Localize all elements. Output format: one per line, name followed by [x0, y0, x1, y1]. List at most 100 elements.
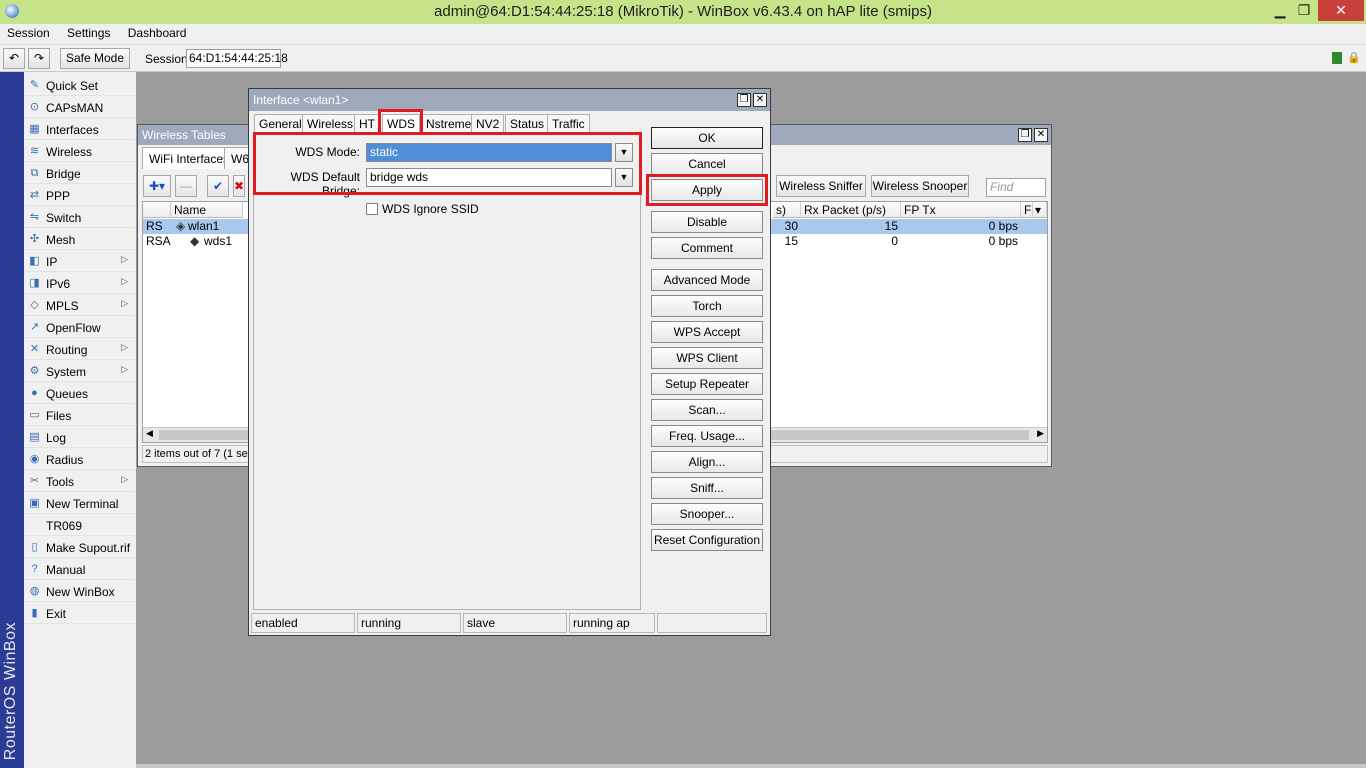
wds-mode-select[interactable]: static: [366, 143, 612, 162]
wt-maximize-button[interactable]: ❐: [1018, 128, 1032, 142]
column-tx-packet[interactable]: s): [773, 202, 801, 218]
tab-traffic[interactable]: Traffic: [547, 114, 590, 134]
sidebar-item-ppp[interactable]: ⇄ PPP: [24, 184, 134, 206]
wireless-snooper-button[interactable]: Wireless Snooper: [871, 175, 969, 197]
sidebar-item-exit[interactable]: ▮ Exit: [24, 602, 134, 624]
scan-button[interactable]: Scan...: [651, 399, 763, 421]
remove-button[interactable]: —: [175, 175, 197, 197]
sidebar-item-label: Exit: [46, 607, 67, 621]
column-name[interactable]: Name: [171, 202, 243, 218]
disable-button[interactable]: Disable: [651, 211, 763, 233]
scroll-right-icon[interactable]: ▶: [1037, 428, 1044, 439]
sidebar-item-label: IPv6: [46, 277, 71, 291]
wt-close-button[interactable]: ✕: [1034, 128, 1048, 142]
sidebar-item-system[interactable]: ⚙ System ▷: [24, 360, 134, 382]
sidebar-item-openflow[interactable]: ↗ OpenFlow: [24, 316, 134, 338]
snooper-button[interactable]: Snooper...: [651, 503, 763, 525]
status-running-ap: running ap: [569, 613, 655, 633]
redo-button[interactable]: ↷: [28, 48, 50, 69]
enable-button[interactable]: ✔: [207, 175, 229, 197]
wds-ignore-ssid-checkbox[interactable]: [366, 203, 378, 215]
disable-button[interactable]: ✖: [233, 175, 245, 197]
status-enabled: enabled: [251, 613, 355, 633]
safe-mode-button[interactable]: Safe Mode: [60, 48, 130, 69]
close-button[interactable]: ✕: [1318, 0, 1364, 21]
tab-wds[interactable]: WDS: [382, 114, 420, 134]
apply-button[interactable]: Apply: [651, 179, 763, 201]
comment-button[interactable]: Comment: [651, 237, 763, 259]
column-menu-icon[interactable]: ▾: [1033, 202, 1047, 218]
sidebar-item-ip[interactable]: ◧ IP ▷: [24, 250, 134, 272]
menu-session[interactable]: Session: [0, 24, 57, 40]
row-flag: RS: [146, 219, 163, 233]
sidebar-item-wireless[interactable]: ≋ Wireless: [24, 140, 134, 162]
dialog-titlebar[interactable]: Interface <wlan1> ❐ ✕: [249, 89, 770, 111]
new-winbox-icon: ◍: [29, 585, 40, 597]
setup-repeater-button[interactable]: Setup Repeater: [651, 373, 763, 395]
sidebar-item-routing[interactable]: ✕ Routing ▷: [24, 338, 134, 360]
tab-wireless[interactable]: Wireless: [302, 114, 359, 134]
row-flag: RSA: [146, 234, 171, 248]
torch-button[interactable]: Torch: [651, 295, 763, 317]
wireless-sniffer-button[interactable]: Wireless Sniffer: [776, 175, 866, 197]
dialog-close-button[interactable]: ✕: [753, 93, 767, 107]
tab-wifi-interfaces[interactable]: WiFi Interfaces: [142, 147, 237, 169]
reset-configuration-button[interactable]: Reset Configuration: [651, 529, 763, 551]
row-rx-packet: 0: [891, 234, 898, 248]
sidebar-item-tools[interactable]: ✂ Tools ▷: [24, 470, 134, 492]
sidebar-item-switch[interactable]: ⇋ Switch: [24, 206, 134, 228]
menu-settings[interactable]: Settings: [60, 24, 117, 40]
freq-usage-button[interactable]: Freq. Usage...: [651, 425, 763, 447]
row-name: wds1: [204, 234, 233, 248]
scroll-left-icon[interactable]: ◀: [146, 428, 153, 439]
toolbar: ↶ ↷ Safe Mode Session: 64:D1:54:44:25:18…: [0, 44, 1366, 72]
column-flag[interactable]: [143, 202, 171, 218]
wps-client-button[interactable]: WPS Client: [651, 347, 763, 369]
ok-button[interactable]: OK: [651, 127, 763, 149]
tab-status[interactable]: Status: [505, 114, 550, 134]
sidebar-item-queues[interactable]: ● Queues: [24, 382, 134, 404]
tab-nv2[interactable]: NV2: [471, 114, 505, 134]
sidebar-item-tr069[interactable]: TR069: [24, 514, 134, 536]
tab-general[interactable]: General: [254, 114, 307, 134]
find-input[interactable]: Find: [986, 178, 1046, 197]
sidebar-item-quick-set[interactable]: ✎ Quick Set: [24, 74, 134, 96]
sniff-button[interactable]: Sniff...: [651, 477, 763, 499]
sidebar-item-ipv6[interactable]: ◨ IPv6 ▷: [24, 272, 134, 294]
add-button[interactable]: ✚▾: [143, 175, 171, 197]
advanced-mode-button[interactable]: Advanced Mode: [651, 269, 763, 291]
sidebar-item-interfaces[interactable]: ▦ Interfaces: [24, 118, 134, 140]
dialog-maximize-button[interactable]: ❐: [737, 93, 751, 107]
wds-bridge-dropdown-icon[interactable]: ▼: [615, 168, 633, 187]
wds-bridge-select[interactable]: bridge wds: [366, 168, 612, 187]
sidebar-item-make-supout-rif[interactable]: ▯ Make Supout.rif: [24, 536, 134, 558]
cancel-button[interactable]: Cancel: [651, 153, 763, 175]
sidebar-item-log[interactable]: ▤ Log: [24, 426, 134, 448]
maximize-button[interactable]: ❐: [1290, 0, 1318, 21]
column-fp-rx[interactable]: F: [1021, 202, 1033, 218]
column-rx-packet[interactable]: Rx Packet (p/s): [801, 202, 901, 218]
sidebar-item-mesh[interactable]: ✣ Mesh: [24, 228, 134, 250]
wds-mode-dropdown-icon[interactable]: ▼: [615, 143, 633, 162]
sidebar-item-bridge[interactable]: ⧉ Bridge: [24, 162, 134, 184]
sidebar-item-new-winbox[interactable]: ◍ New WinBox: [24, 580, 134, 602]
sidebar-item-capsman[interactable]: ⊙ CAPsMAN: [24, 96, 134, 118]
sidebar-item-new-terminal[interactable]: ▣ New Terminal: [24, 492, 134, 514]
submenu-arrow-icon: ▷: [121, 474, 128, 484]
dialog-title: Interface <wlan1>: [253, 93, 349, 107]
wps-accept-button[interactable]: WPS Accept: [651, 321, 763, 343]
menu-dashboard[interactable]: Dashboard: [121, 24, 194, 40]
column-fp-tx[interactable]: FP Tx: [901, 202, 1021, 218]
tab-nstreme[interactable]: Nstreme: [421, 114, 477, 134]
tab-ht[interactable]: HT: [354, 114, 380, 134]
sidebar-item-manual[interactable]: ? Manual: [24, 558, 134, 580]
sidebar-item-label: Wireless: [46, 145, 93, 159]
session-field[interactable]: 64:D1:54:44:25:18: [186, 49, 288, 68]
status-extra: [657, 613, 767, 633]
sidebar-item-radius[interactable]: ◉ Radius: [24, 448, 134, 470]
align-button[interactable]: Align...: [651, 451, 763, 473]
row-fp-tx: 0 bps: [988, 219, 1018, 233]
sidebar-item-mpls[interactable]: ◇ MPLS ▷: [24, 294, 134, 316]
sidebar-item-files[interactable]: ▭ Files: [24, 404, 134, 426]
undo-button[interactable]: ↶: [3, 48, 25, 69]
